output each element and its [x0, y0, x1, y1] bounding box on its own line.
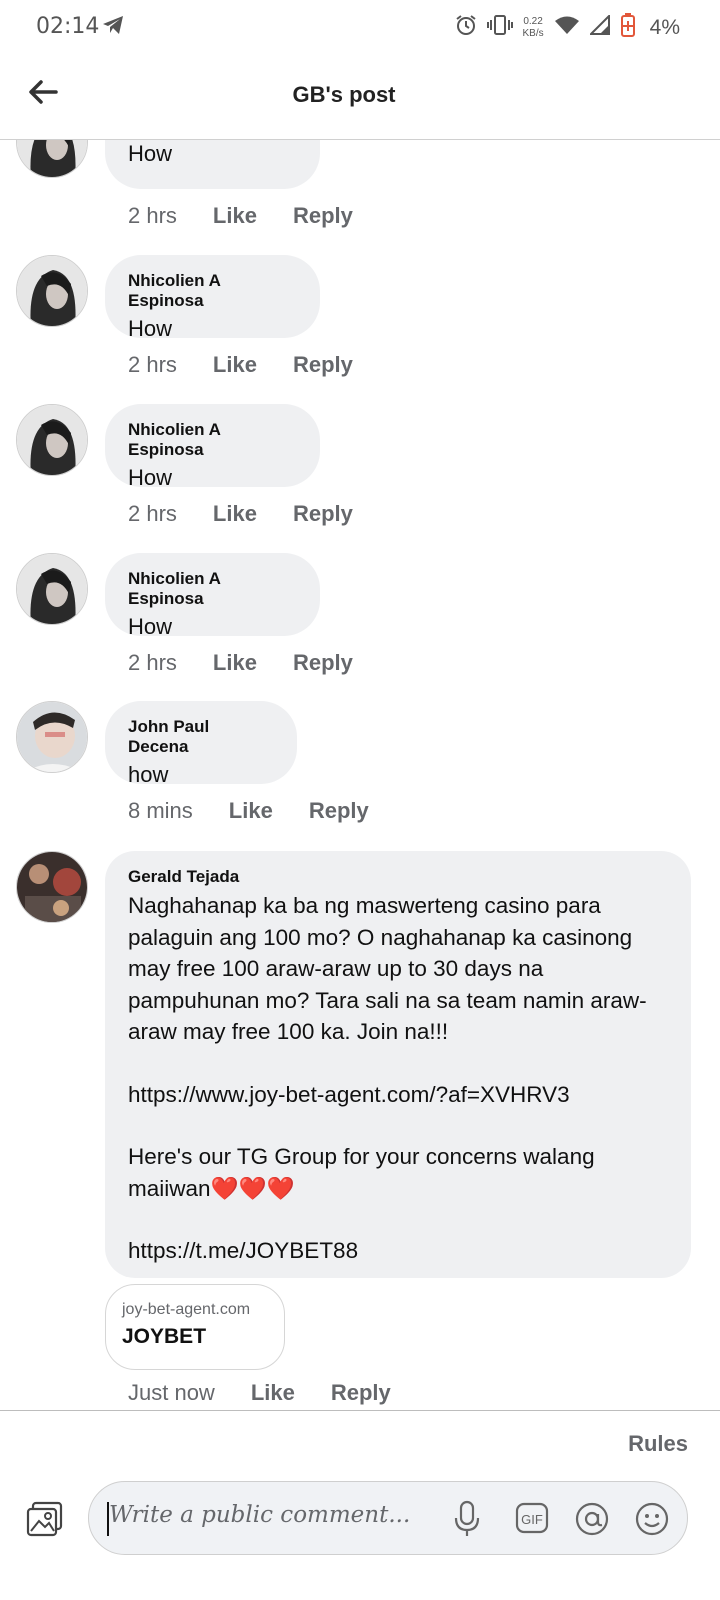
- battery-icon: [620, 12, 636, 43]
- reply-button[interactable]: Reply: [293, 203, 353, 229]
- avatar[interactable]: [16, 140, 88, 178]
- like-button[interactable]: Like: [213, 650, 257, 676]
- comments-list[interactable]: How 2 hrs Like Reply Nhicolien A Espinos…: [0, 140, 720, 1410]
- mention-icon[interactable]: [575, 1502, 609, 1541]
- reply-button[interactable]: Reply: [309, 798, 369, 824]
- link-preview[interactable]: joy-bet-agent.com JOYBET: [105, 1284, 285, 1370]
- comment-link[interactable]: https://t.me/JOYBET88: [128, 1235, 667, 1267]
- status-indicators: 0.22 KB/s 4%: [455, 12, 680, 43]
- avatar[interactable]: [16, 851, 88, 923]
- reply-button[interactable]: Reply: [293, 501, 353, 527]
- comment-time: Just now: [128, 1380, 215, 1405]
- reply-button[interactable]: Reply: [293, 352, 353, 378]
- comment-actions: Just now Like Reply: [128, 1380, 391, 1406]
- comment-author[interactable]: Gerald Tejada: [128, 867, 667, 887]
- rules-link[interactable]: Rules: [628, 1431, 688, 1457]
- emoji-icon[interactable]: [635, 1502, 669, 1541]
- comment-time: 2 hrs: [128, 352, 177, 377]
- post-header: GB's post: [0, 52, 720, 140]
- avatar[interactable]: [16, 701, 88, 773]
- comment-text-2: Here's our TG Group for your concerns wa…: [128, 1141, 667, 1204]
- comment-actions: 2 hrs Like Reply: [128, 203, 353, 229]
- speed-value: 0.22: [523, 15, 543, 27]
- comment-input[interactable]: Write a public comment... GIF: [88, 1481, 688, 1555]
- speed-unit: KB/s: [522, 27, 544, 39]
- comment-bubble[interactable]: John Paul Decena how: [105, 701, 297, 787]
- comment-actions: 2 hrs Like Reply: [128, 501, 353, 527]
- hearts-emoji: ❤️❤️❤️: [210, 1175, 295, 1201]
- comment-text-2-content: Here's our TG Group for your concerns wa…: [128, 1144, 595, 1201]
- comment-bubble[interactable]: Nhicolien A Espinosa How: [105, 255, 320, 341]
- comment-time: 2 hrs: [128, 650, 177, 675]
- comment-link[interactable]: https://www.joy-bet-agent.com/?af=XVHRV3: [128, 1079, 667, 1111]
- signal-icon: [588, 13, 610, 40]
- preview-domain: joy-bet-agent.com: [122, 1301, 251, 1318]
- battery-level: 4%: [649, 15, 680, 39]
- comment-bubble[interactable]: Nhicolien A Espinosa How: [105, 553, 320, 639]
- comment-author[interactable]: Nhicolien A Espinosa: [128, 569, 296, 609]
- comment-composer: Rules Write a public comment... GIF: [0, 1410, 720, 1600]
- comment-time: 2 hrs: [128, 203, 177, 228]
- reply-button[interactable]: Reply: [293, 650, 353, 676]
- like-button[interactable]: Like: [213, 203, 257, 229]
- comment-actions: 8 mins Like Reply: [128, 798, 369, 824]
- vibrate-icon: [486, 14, 513, 41]
- comment-text: How: [128, 141, 173, 166]
- photo-icon[interactable]: [26, 1501, 64, 1542]
- comment-text: How: [128, 316, 173, 341]
- reply-button[interactable]: Reply: [331, 1380, 391, 1406]
- avatar[interactable]: [16, 553, 88, 625]
- like-button[interactable]: Like: [229, 798, 273, 824]
- like-button[interactable]: Like: [213, 501, 257, 527]
- wifi-icon: [554, 15, 580, 40]
- comment-actions: 2 hrs Like Reply: [128, 352, 353, 378]
- comment-author[interactable]: Nhicolien A Espinosa: [128, 420, 296, 460]
- comment-bubble[interactable]: Gerald Tejada Naghahanap ka ba ng maswer…: [105, 851, 691, 1278]
- comment-text: Naghahanap ka ba ng maswerteng casino pa…: [128, 893, 647, 1044]
- comment-text: how: [128, 762, 169, 787]
- comment-bubble[interactable]: Nhicolien A Espinosa How: [105, 404, 320, 490]
- alarm-icon: [455, 14, 477, 41]
- comment-author[interactable]: John Paul Decena: [128, 717, 273, 757]
- network-speed: 0.22 KB/s: [523, 16, 544, 40]
- microphone-icon[interactable]: [453, 1500, 481, 1543]
- comment-text: How: [128, 614, 173, 639]
- comment-actions: 2 hrs Like Reply: [128, 650, 353, 676]
- comment-time: 8 mins: [128, 798, 193, 823]
- comment-text: How: [128, 465, 173, 490]
- preview-title: JOYBET: [122, 1325, 207, 1348]
- gif-icon[interactable]: GIF: [515, 1502, 549, 1539]
- telegram-icon: [102, 15, 124, 40]
- like-button[interactable]: Like: [213, 352, 257, 378]
- comment-author[interactable]: Nhicolien A Espinosa: [128, 271, 296, 311]
- avatar[interactable]: [16, 255, 88, 327]
- comment-placeholder: Write a public comment...: [109, 1502, 411, 1528]
- svg-text:GIF: GIF: [521, 1512, 543, 1527]
- avatar[interactable]: [16, 404, 88, 476]
- comment-time: 2 hrs: [128, 501, 177, 526]
- status-bar: 02:14 0.22 KB/s 4%: [0, 0, 720, 52]
- status-time: 02:14: [36, 14, 100, 39]
- page-title: GB's post: [292, 82, 396, 107]
- comment-bubble[interactable]: How: [105, 140, 320, 189]
- like-button[interactable]: Like: [251, 1380, 295, 1406]
